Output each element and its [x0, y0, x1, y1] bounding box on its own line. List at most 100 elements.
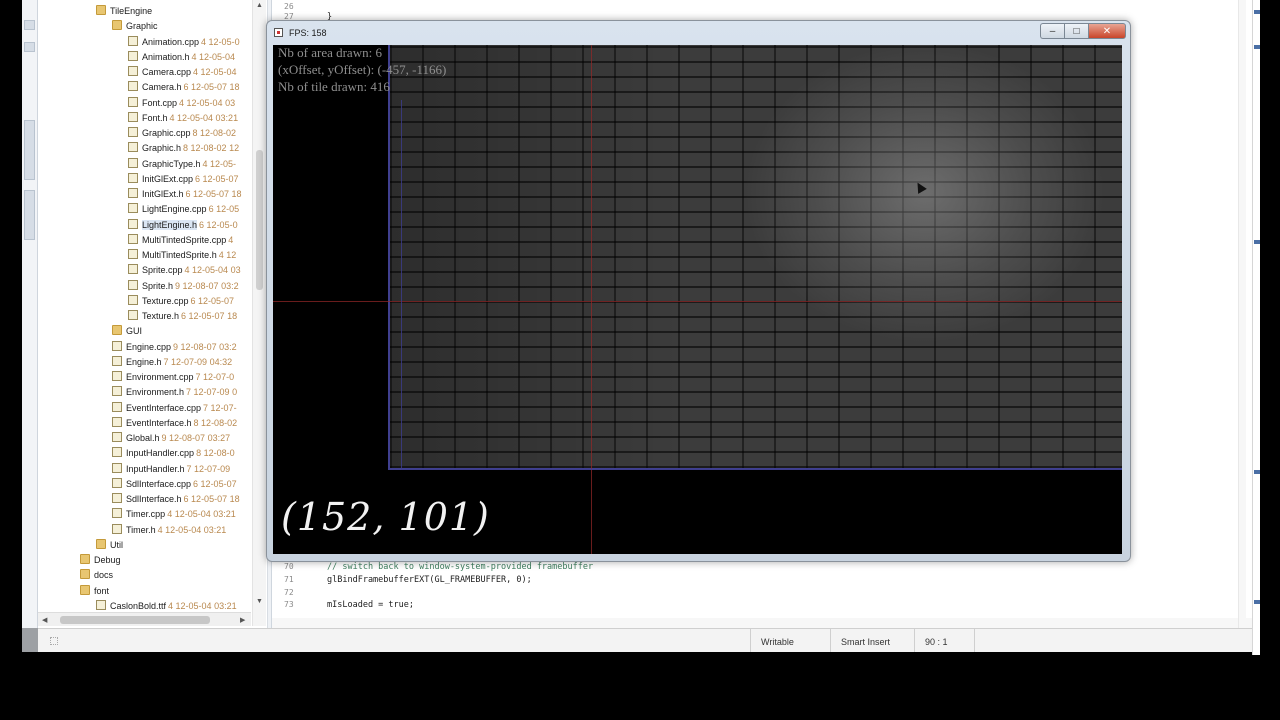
- tree-file[interactable]: Global.h 9 12-08-07 03:27: [112, 431, 230, 446]
- tree-file[interactable]: MultiTintedSprite.h 4 12: [128, 248, 236, 263]
- tree-folder[interactable]: GUI: [112, 324, 142, 339]
- game-window-titlebar[interactable]: FPS: 158: [274, 25, 327, 41]
- file-icon: [128, 172, 138, 183]
- explorer-hscroll-thumb[interactable]: [60, 616, 210, 624]
- file-icon: [112, 523, 122, 534]
- tree-file[interactable]: InitGlExt.cpp 6 12-05-07: [128, 172, 239, 187]
- tree-file[interactable]: Texture.cpp 6 12-05-07: [128, 294, 234, 309]
- tree-file[interactable]: Graphic.cpp 8 12-08-02: [128, 126, 236, 141]
- left-black-strip: [0, 0, 22, 720]
- tree-item-label: Camera.h: [142, 82, 182, 93]
- tree-file[interactable]: Environment.cpp 7 12-07-0: [112, 370, 234, 385]
- tree-file[interactable]: Camera.h 6 12-05-07 18: [128, 80, 240, 95]
- folder-icon: [96, 538, 106, 549]
- scroll-up-icon[interactable]: ▲: [256, 2, 263, 9]
- tree-item-meta: 6 12-05-07 18: [181, 311, 238, 321]
- tree-file[interactable]: SdlInterface.cpp 6 12-05-07: [112, 477, 237, 492]
- tree-item-label: Animation.cpp: [142, 36, 200, 47]
- file-icon: [128, 294, 138, 305]
- tree-file[interactable]: Animation.cpp 4 12-05-0: [128, 35, 240, 50]
- tree-folder[interactable]: TileEngine: [96, 4, 152, 19]
- tree-item-meta: 7 12-07-: [203, 402, 237, 413]
- status-grip-icon[interactable]: [50, 637, 58, 645]
- tree-file[interactable]: InitGlExt.h 6 12-05-07 18: [128, 187, 242, 202]
- game-window[interactable]: FPS: 158 – □ ✕ Nb of area drawn: 6 (xOff…: [266, 20, 1131, 562]
- tree-item-label: Animation.h: [142, 51, 190, 62]
- tree-item-label: MultiTintedSprite.h: [142, 250, 217, 260]
- sliver-icon: [24, 42, 35, 52]
- tree-item-meta: 6 12-05-07: [195, 173, 239, 184]
- tree-file[interactable]: InputHandler.cpp 8 12-08-0: [112, 446, 235, 461]
- tree-file[interactable]: Engine.cpp 9 12-08-07 03:2: [112, 340, 237, 355]
- tree-item-label: Environment.cpp: [126, 372, 194, 382]
- explorer-vscroll-thumb[interactable]: [256, 150, 263, 290]
- tree-file[interactable]: LightEngine.cpp 6 12-05: [128, 202, 239, 217]
- tree-item-label: font: [94, 585, 110, 596]
- minimize-button[interactable]: –: [1040, 23, 1064, 39]
- tree-item-label: Graphic: [126, 21, 158, 32]
- file-icon: [112, 432, 122, 442]
- tree-file[interactable]: Sprite.cpp 4 12-05-04 03: [128, 263, 241, 278]
- tree-item-label: Font.cpp: [142, 97, 178, 108]
- file-icon: [112, 462, 122, 473]
- tree-folder[interactable]: docs: [80, 568, 113, 583]
- tree-item-meta: 4 12-05-04: [193, 67, 237, 77]
- tree-file[interactable]: Graphic.h 8 12-08-02 12: [128, 141, 239, 156]
- tree-item-meta: 8 12-08-02: [192, 128, 237, 138]
- hud-area-count: Nb of area drawn: 6: [278, 45, 382, 60]
- tree-folder[interactable]: Debug: [80, 553, 121, 568]
- game-viewport[interactable]: Nb of area drawn: 6 (xOffset, yOffset): …: [273, 45, 1122, 554]
- tree-item-label: InputHandler.cpp: [126, 448, 195, 459]
- tree-file[interactable]: Font.h 4 12-05-04 03:21: [128, 111, 238, 126]
- tree-file[interactable]: Sprite.h 9 12-08-07 03:2: [128, 279, 239, 294]
- overview-ruler[interactable]: [1238, 0, 1246, 628]
- tree-item-meta: 6 12-05-07: [190, 295, 235, 306]
- tree-folder[interactable]: Graphic: [112, 19, 158, 34]
- tree-item-meta: 6 12-05-07 18: [183, 494, 240, 504]
- tree-file[interactable]: EventInterface.h 8 12-08-02: [112, 416, 237, 431]
- scroll-left-icon[interactable]: ◀: [42, 616, 47, 624]
- code-line: mIsLoaded = true;: [327, 600, 414, 610]
- file-icon: [128, 264, 138, 275]
- maximize-button[interactable]: □: [1064, 23, 1088, 39]
- tree-item-meta: 4 12: [218, 250, 237, 260]
- tree-item-meta: 8 12-08-02 12: [183, 143, 240, 154]
- file-icon: [128, 310, 138, 320]
- tree-file[interactable]: MultiTintedSprite.cpp 4: [128, 233, 233, 248]
- scroll-right-icon[interactable]: ▶: [240, 616, 245, 624]
- tree-file[interactable]: Camera.cpp 4 12-05-04: [128, 65, 237, 80]
- close-button[interactable]: ✕: [1088, 23, 1126, 39]
- tree-item-label: Util: [110, 539, 123, 550]
- tree-file[interactable]: Engine.h 7 12-07-09 04:32: [112, 355, 232, 370]
- tree-item-label: Sprite.cpp: [142, 265, 183, 276]
- file-icon: [128, 142, 138, 153]
- tree-item-meta: 4 12-05-04: [191, 51, 236, 62]
- tree-item-label: Timer.h: [126, 524, 156, 535]
- tree-folder[interactable]: font: [80, 584, 109, 599]
- file-icon: [128, 218, 138, 229]
- tree-item-meta: 9 12-08-07 03:27: [161, 433, 231, 443]
- tree-file[interactable]: Timer.h 4 12-05-04 03:21: [112, 523, 226, 538]
- explorer-vertical-scrollbar[interactable]: ▲ ▼: [252, 0, 266, 626]
- hud-offset: (xOffset, yOffset): (-457, -1166): [278, 62, 447, 77]
- tree-file[interactable]: Animation.h 4 12-05-04: [128, 50, 235, 65]
- tree-folder[interactable]: Util: [96, 538, 123, 553]
- file-icon: [112, 355, 122, 366]
- bottom-black-band: [0, 652, 1280, 720]
- editor-horizontal-scrollbar[interactable]: [272, 618, 1252, 628]
- hud-tile-count: Nb of tile drawn: 416: [278, 79, 390, 94]
- explorer-horizontal-scrollbar[interactable]: ◀ ▶: [38, 612, 251, 626]
- tree-file[interactable]: InputHandler.h 7 12-07-09: [112, 462, 230, 477]
- tree-file[interactable]: SdlInterface.h 6 12-05-07 18: [112, 492, 240, 507]
- tree-file[interactable]: EventInterface.cpp 7 12-07-: [112, 401, 237, 416]
- line-number: 70: [284, 562, 294, 571]
- tree-file[interactable]: Timer.cpp 4 12-05-04 03:21: [112, 507, 236, 522]
- tree-file[interactable]: Texture.h 6 12-05-07 18: [128, 309, 237, 324]
- tree-file[interactable]: GraphicType.h 4 12-05-: [128, 157, 236, 172]
- tree-file[interactable]: Environment.h 7 12-07-09 0: [112, 385, 237, 400]
- tree-item-meta: 9 12-08-07 03:2: [175, 280, 239, 291]
- scroll-down-icon[interactable]: ▼: [256, 598, 263, 605]
- folder-icon: [80, 554, 90, 564]
- tree-file[interactable]: LightEngine.h 6 12-05-0: [128, 218, 238, 233]
- tree-file[interactable]: Font.cpp 4 12-05-04 03: [128, 96, 235, 111]
